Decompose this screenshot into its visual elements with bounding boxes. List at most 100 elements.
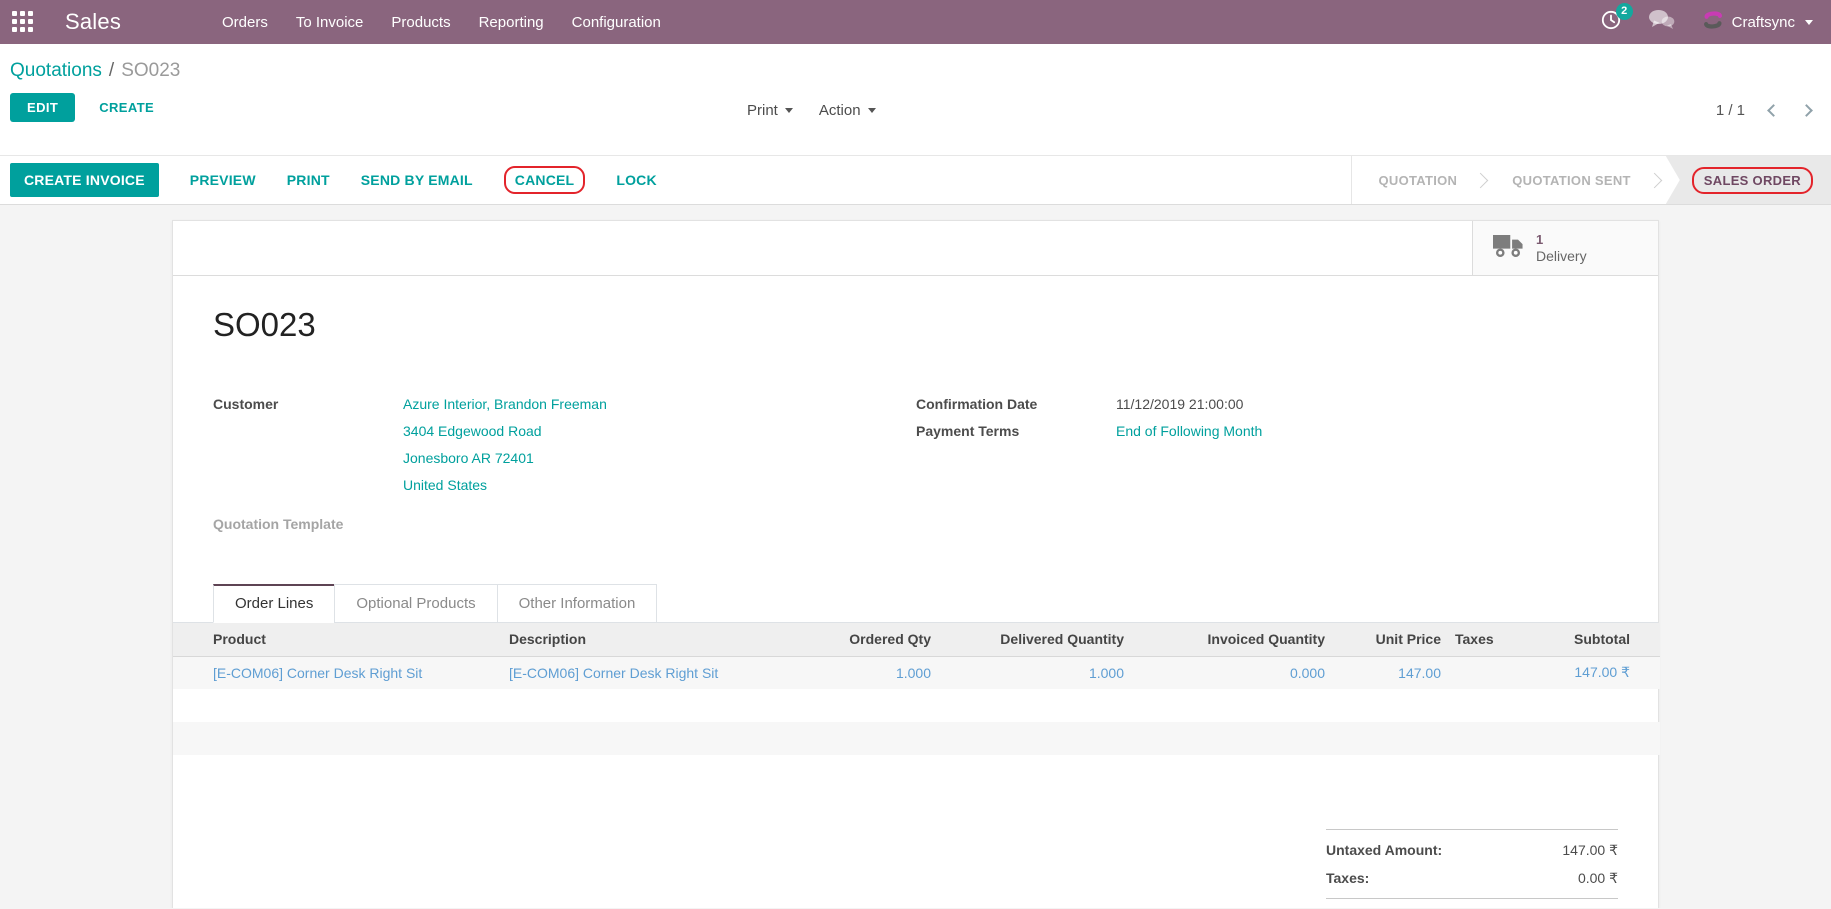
- user-menu[interactable]: Craftsync: [1702, 9, 1813, 35]
- empty-row: [173, 722, 1660, 755]
- breadcrumb-separator: /: [108, 60, 115, 81]
- quotation-template-label: Quotation Template: [213, 516, 344, 532]
- customer-street[interactable]: 3404 Edgewood Road: [403, 418, 916, 445]
- menu-products[interactable]: Products: [391, 14, 450, 31]
- form-view-background: 1 Delivery SO023 Customer Azure Interior…: [0, 205, 1831, 908]
- control-panel-buttons: EDIT CREATE: [10, 93, 1831, 122]
- field-groups: Customer Azure Interior, Brandon Freeman…: [213, 391, 1618, 538]
- cell-ordered-qty: 1.000: [895, 664, 931, 681]
- form-sheet: 1 Delivery SO023 Customer Azure Interior…: [172, 220, 1660, 908]
- customer-name-link[interactable]: Azure Interior, Brandon Freeman: [403, 391, 916, 418]
- delivery-smart-button[interactable]: 1 Delivery: [1472, 221, 1658, 275]
- print-button[interactable]: PRINT: [287, 172, 330, 188]
- print-dropdown[interactable]: Print: [747, 102, 793, 119]
- cancel-button[interactable]: CANCEL: [503, 166, 586, 194]
- page-title: SO023: [213, 306, 316, 343]
- quotation-template-field[interactable]: [403, 499, 916, 538]
- confirmation-date-value: 11/12/2019 21:00:00: [1116, 396, 1244, 412]
- control-panel-dropdowns: Print Action: [747, 102, 876, 119]
- notebook: Order Lines Optional Products Other Info…: [173, 584, 1660, 899]
- untaxed-amount-value: 147.00 ₹: [1562, 842, 1618, 858]
- breadcrumb-quotations[interactable]: Quotations: [10, 60, 102, 81]
- customer-label: Customer: [213, 396, 279, 412]
- column-subtotal: Subtotal: [1553, 623, 1660, 657]
- taxes-label: Taxes:: [1326, 870, 1370, 886]
- create-button[interactable]: CREATE: [93, 99, 160, 116]
- order-line-row[interactable]: [E-COM06] Corner Desk Right Sit [E-COM06…: [173, 656, 1660, 689]
- cell-delivered-quantity: 1.000: [1088, 664, 1124, 681]
- column-taxes: Taxes: [1443, 623, 1553, 657]
- delivery-count: 1: [1536, 232, 1544, 247]
- menu-orders[interactable]: Orders: [222, 14, 268, 31]
- breadcrumb-current: SO023: [121, 60, 181, 81]
- customer-country[interactable]: United States: [403, 472, 916, 499]
- action-dropdown[interactable]: Action: [819, 102, 876, 119]
- top-navbar: Sales Orders To Invoice Products Reporti…: [0, 0, 1831, 44]
- empty-row: [173, 689, 1660, 722]
- state-quotation-sent[interactable]: QUOTATION SENT: [1486, 156, 1657, 204]
- send-by-email-button[interactable]: SEND BY EMAIL: [361, 172, 473, 188]
- truck-icon: [1493, 233, 1523, 263]
- pager-next-button[interactable]: [1800, 104, 1813, 117]
- chat-bubbles-icon: [1648, 9, 1675, 35]
- chevron-down-icon: [1805, 19, 1813, 25]
- field-group-left: Customer Azure Interior, Brandon Freeman…: [213, 391, 916, 538]
- customer-city[interactable]: Jonesboro AR 72401: [403, 445, 916, 472]
- cell-unit-price: 147.00: [1398, 664, 1441, 681]
- user-name: Craftsync: [1731, 13, 1795, 31]
- column-ordered-qty: Ordered Qty: [773, 623, 933, 657]
- messages-button[interactable]: [1648, 9, 1675, 35]
- preview-button[interactable]: PREVIEW: [190, 172, 256, 188]
- pager-previous-button[interactable]: [1767, 104, 1780, 117]
- apps-menu-icon[interactable]: [12, 10, 35, 34]
- cell-product[interactable]: [E-COM06] Corner Desk Right Sit: [173, 656, 503, 689]
- state-widget: QUOTATION QUOTATION SENT SALES ORDER: [1351, 156, 1831, 204]
- payment-terms-label: Payment Terms: [916, 423, 1020, 439]
- tab-order-lines[interactable]: Order Lines: [213, 584, 336, 623]
- payment-terms-value[interactable]: End of Following Month: [1116, 418, 1618, 445]
- menu-to-invoice[interactable]: To Invoice: [296, 14, 364, 31]
- customer-field: Azure Interior, Brandon Freeman 3404 Edg…: [403, 391, 916, 499]
- statusbar-buttons: CREATE INVOICE PREVIEW PRINT SEND BY EMA…: [10, 163, 657, 197]
- tab-other-information[interactable]: Other Information: [496, 584, 658, 623]
- empty-row: [173, 755, 1660, 788]
- cell-taxes: [1443, 656, 1553, 689]
- navbar-right: 2 Craftsync: [1601, 2, 1813, 35]
- edit-button[interactable]: EDIT: [10, 93, 76, 122]
- main-menu: Orders To Invoice Products Reporting Con…: [222, 14, 661, 31]
- taxes-value: 0.00 ₹: [1577, 870, 1618, 886]
- cell-invoiced-quantity: 0.000: [1289, 664, 1325, 681]
- delivery-label: Delivery: [1536, 248, 1587, 264]
- company-logo: [1702, 9, 1724, 35]
- app-name[interactable]: Sales: [65, 9, 127, 35]
- chevron-down-icon: [784, 108, 793, 113]
- cell-subtotal: 147.00 ₹: [1574, 664, 1630, 681]
- create-invoice-button[interactable]: CREATE INVOICE: [10, 163, 159, 197]
- activities-button[interactable]: 2: [1601, 2, 1633, 35]
- pager: 1 / 1: [1715, 102, 1813, 119]
- tab-optional-products[interactable]: Optional Products: [334, 584, 498, 623]
- statusbar: CREATE INVOICE PREVIEW PRINT SEND BY EMA…: [0, 155, 1831, 205]
- totals-box: Untaxed Amount: 147.00 ₹ Taxes: 0.00 ₹: [1326, 829, 1618, 899]
- state-sales-order[interactable]: SALES ORDER: [1665, 156, 1831, 204]
- smart-button-box: 1 Delivery: [173, 221, 1658, 276]
- notebook-tabs: Order Lines Optional Products Other Info…: [173, 584, 1658, 623]
- column-invoiced-quantity: Invoiced Quantity: [1126, 623, 1327, 657]
- confirmation-date-label: Confirmation Date: [916, 396, 1038, 412]
- activity-count-badge: 2: [1615, 2, 1633, 20]
- table-header-row: Product Description Ordered Qty Delivere…: [173, 623, 1660, 657]
- column-product: Product: [173, 623, 503, 657]
- column-delivered-quantity: Delivered Quantity: [933, 623, 1126, 657]
- lock-button[interactable]: LOCK: [616, 172, 656, 188]
- field-group-right: Confirmation Date 11/12/2019 21:00:00 Pa…: [916, 391, 1618, 538]
- menu-configuration[interactable]: Configuration: [572, 14, 661, 31]
- annotation-highlight: SALES ORDER: [1691, 166, 1813, 194]
- state-quotation[interactable]: QUOTATION: [1352, 156, 1483, 204]
- column-description: Description: [503, 623, 773, 657]
- chevron-down-icon: [867, 108, 876, 113]
- control-panel: Quotations / SO023 EDIT CREATE Print Actio…: [0, 44, 1831, 155]
- column-unit-price: Unit Price: [1327, 623, 1443, 657]
- pager-counter: 1 / 1: [1715, 102, 1745, 119]
- menu-reporting[interactable]: Reporting: [479, 14, 544, 31]
- untaxed-amount-label: Untaxed Amount:: [1326, 842, 1443, 858]
